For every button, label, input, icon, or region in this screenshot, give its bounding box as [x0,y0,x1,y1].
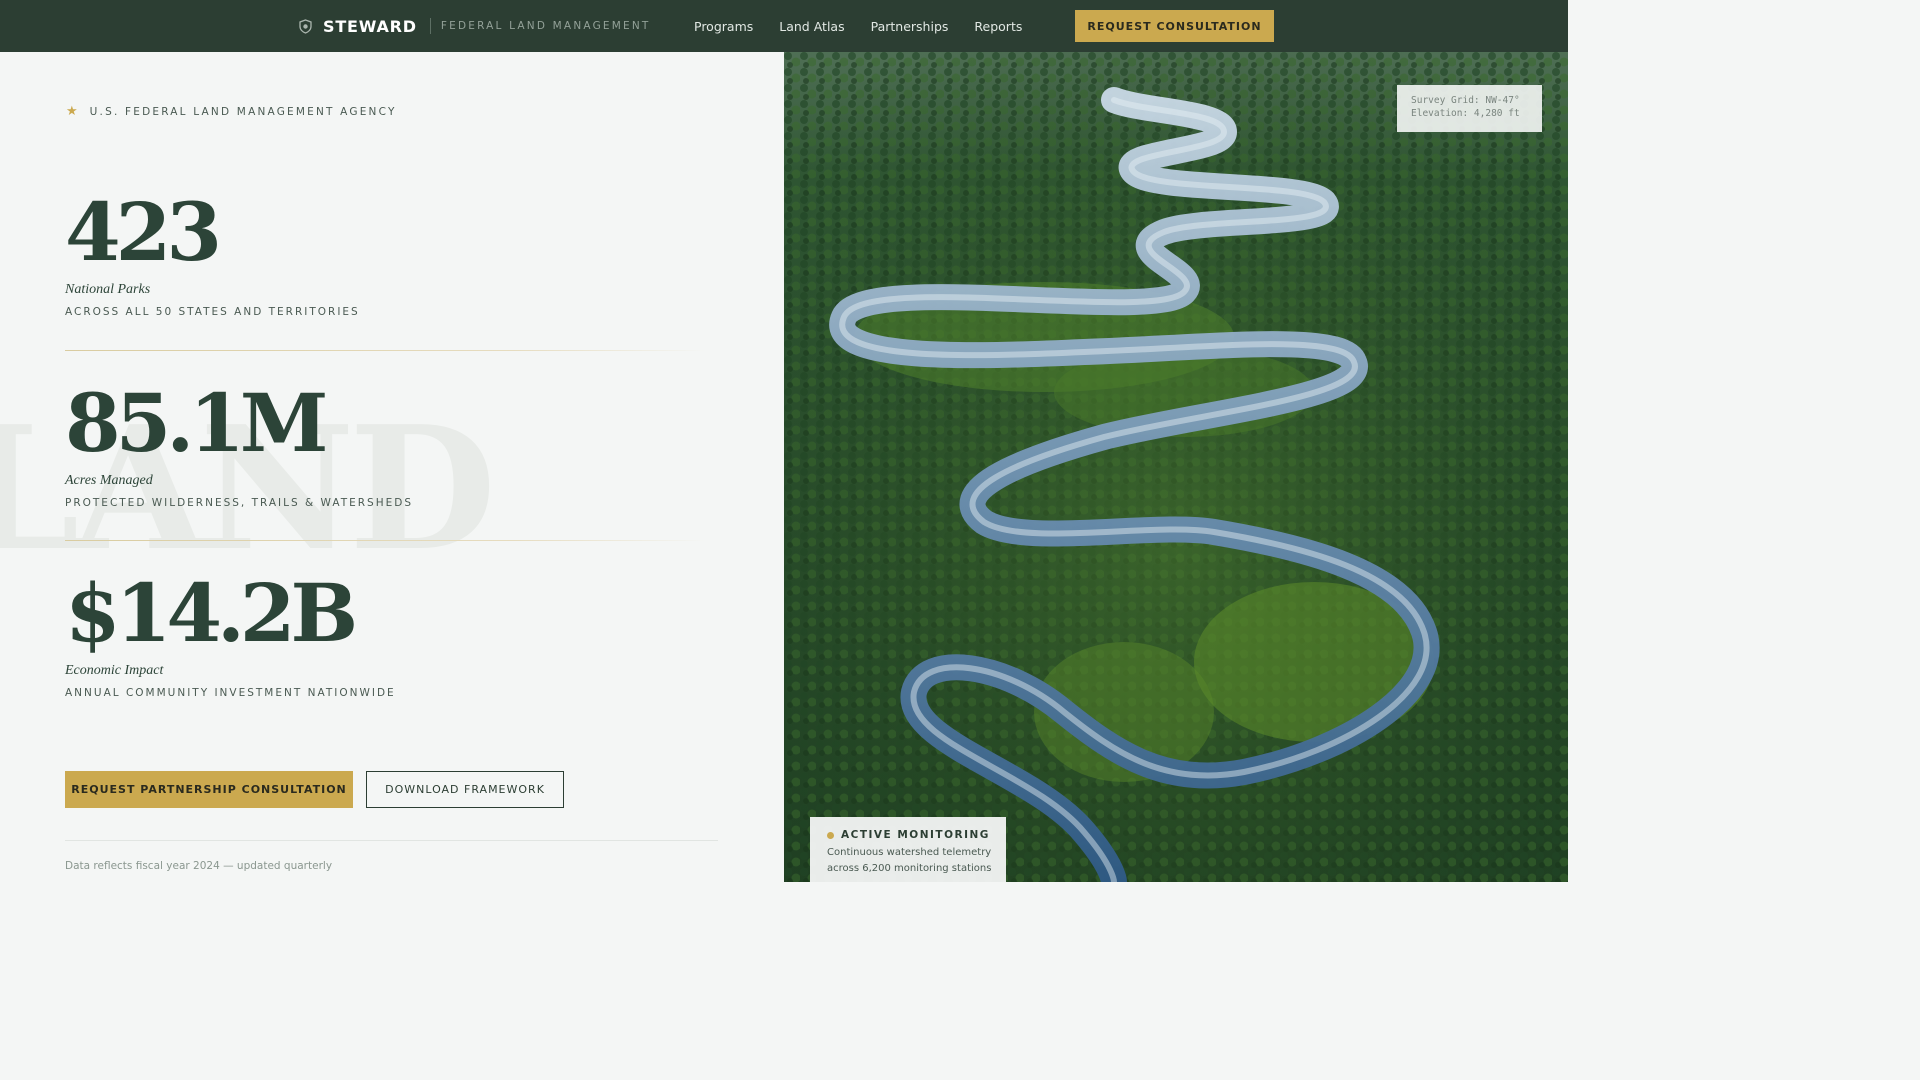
agency-label: ★ U.S. FEDERAL LAND MANAGEMENT AGENCY [66,104,397,119]
stat-value: 423 [65,185,222,279]
shield-icon [298,18,313,34]
download-framework-button[interactable]: DOWNLOAD FRAMEWORK [366,771,564,808]
stat-value: 85.1M [65,376,328,470]
brand-divider [429,18,431,34]
nav-link-land-atlas[interactable]: Land Atlas [779,19,844,34]
stat-acres-managed: 85.1M Acres Managed PROTECTED WILDERNESS… [65,383,413,509]
stat-label: Acres Managed [65,473,153,488]
brand-name: STEWARD [323,16,417,36]
monitor-line-2: across 6,200 monitoring stations [827,863,992,874]
stat-label: National Parks [65,282,151,297]
nav-link-partnerships[interactable]: Partnerships [871,19,949,34]
survey-grid-text: Survey Grid: NW-47° [1411,95,1520,106]
aerial-image-panel: Survey Grid: NW-47° Elevation: 4,280 ft … [784,52,1568,882]
stat-description: ACROSS ALL 50 STATES AND TERRITORIES [65,306,360,318]
survey-coordinates-readout: Survey Grid: NW-47° Elevation: 4,280 ft [1397,85,1542,132]
stat-national-parks: 423 National Parks ACROSS ALL 50 STATES … [65,192,360,318]
stat-value: $14.2B [65,566,358,660]
request-consultation-button[interactable]: REQUEST CONSULTATION [1075,10,1274,42]
monitor-description: Continuous watershed telemetry across 6,… [827,845,1006,877]
monitor-line-1: Continuous watershed telemetry [827,847,992,858]
status-dot-icon [827,831,834,839]
stats-panel: LAND ★ U.S. FEDERAL LAND MANAGEMENT AGEN… [0,52,784,882]
nav-link-reports[interactable]: Reports [974,19,1022,34]
active-monitoring-card: ACTIVE MONITORING Continuous watershed t… [810,817,1006,882]
monitor-title: ACTIVE MONITORING [841,829,990,841]
stat-description: PROTECTED WILDERNESS, TRAILS & WATERSHED… [65,497,413,509]
aerial-river-forest-image [784,52,1568,882]
brand-subtitle: FEDERAL LAND MANAGEMENT [440,20,651,32]
stat-economic-impact: $14.2B Economic Impact ANNUAL COMMUNITY … [65,573,396,699]
stat-divider [65,350,705,351]
top-navigation-bar: STEWARD FEDERAL LAND MANAGEMENT Programs… [0,0,1568,52]
stat-divider [65,540,705,541]
request-partnership-consultation-button[interactable]: REQUEST PARTNERSHIP CONSULTATION [65,771,353,808]
nav-link-programs[interactable]: Programs [694,19,753,34]
stat-description: ANNUAL COMMUNITY INVESTMENT NATIONWIDE [65,687,396,699]
star-icon: ★ [66,104,78,119]
footer-divider [65,840,718,841]
main-nav: Programs Land Atlas Partnerships Reports [694,0,1022,52]
stat-label: Economic Impact [65,663,164,678]
data-footnote: Data reflects fiscal year 2024 — updated… [65,860,333,872]
brand[interactable]: STEWARD FEDERAL LAND MANAGEMENT [298,0,651,52]
elevation-text: Elevation: 4,280 ft [1411,108,1520,119]
agency-label-text: U.S. FEDERAL LAND MANAGEMENT AGENCY [89,105,397,118]
